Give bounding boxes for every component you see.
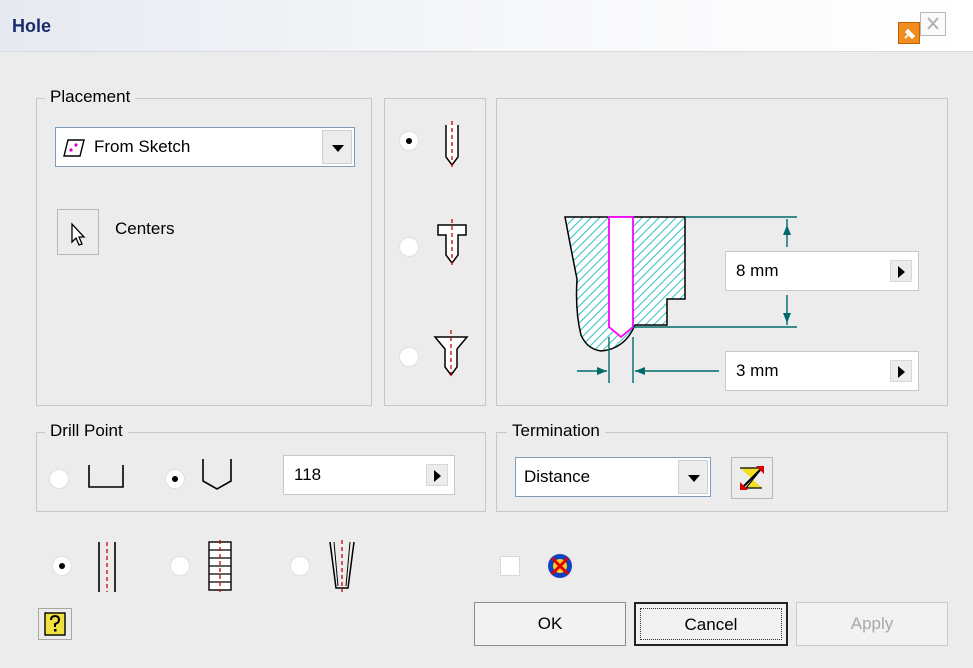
hole-type-group bbox=[384, 98, 486, 406]
dialog-title: Hole bbox=[12, 16, 52, 36]
sketch-icon bbox=[62, 137, 86, 164]
close-icon bbox=[927, 17, 939, 30]
chevron-right-icon[interactable] bbox=[890, 260, 912, 282]
flat-point-radio[interactable] bbox=[49, 469, 69, 489]
depth-value: 8 mm bbox=[736, 261, 779, 280]
drill-point-group: Drill Point 118 bbox=[36, 421, 486, 512]
termination-select-value: Distance bbox=[524, 467, 591, 486]
centers-button[interactable] bbox=[57, 209, 99, 255]
chevron-down-icon[interactable] bbox=[322, 130, 352, 164]
flip-direction-icon bbox=[740, 466, 764, 490]
title-bar: Hole bbox=[0, 0, 973, 52]
drill-angle-field[interactable]: 118 bbox=[283, 455, 455, 495]
drilled-radio[interactable] bbox=[52, 556, 72, 576]
help-button[interactable] bbox=[38, 608, 72, 640]
placement-select[interactable]: From Sketch bbox=[55, 127, 355, 167]
termination-select[interactable]: Distance bbox=[515, 457, 711, 497]
termination-group: Termination Distance bbox=[496, 421, 948, 512]
preview-group: 8 mm 3 mm bbox=[496, 98, 948, 406]
counterbore-radio[interactable] bbox=[399, 237, 419, 257]
flat-point-icon bbox=[85, 455, 129, 500]
termination-legend: Termination bbox=[507, 421, 605, 441]
drilled-hole-icon bbox=[92, 540, 122, 599]
countersink-icon bbox=[431, 327, 471, 384]
pointer-icon bbox=[71, 222, 86, 246]
chevron-right-icon[interactable] bbox=[426, 464, 448, 486]
drill-angle-value: 118 bbox=[294, 465, 322, 484]
tapped-hole-icon bbox=[204, 538, 236, 599]
placement-legend: Placement bbox=[45, 87, 136, 107]
help-icon bbox=[44, 612, 66, 636]
cancel-button[interactable]: Cancel bbox=[634, 602, 788, 646]
ok-label: OK bbox=[537, 614, 563, 633]
close-button[interactable] bbox=[920, 12, 946, 36]
imate-icon bbox=[544, 550, 576, 587]
infer-imate-checkbox[interactable] bbox=[500, 556, 520, 576]
drill-point-legend: Drill Point bbox=[45, 421, 128, 441]
ok-button[interactable]: OK bbox=[474, 602, 626, 646]
depth-field[interactable]: 8 mm bbox=[725, 251, 919, 291]
diameter-field[interactable]: 3 mm bbox=[725, 351, 919, 391]
flip-direction-button[interactable] bbox=[731, 457, 773, 499]
counterbore-icon bbox=[433, 217, 471, 272]
focus-rect bbox=[640, 608, 782, 640]
simple-hole-icon bbox=[437, 119, 467, 174]
chevron-down-icon[interactable] bbox=[678, 460, 708, 494]
tapped-radio[interactable] bbox=[170, 556, 190, 576]
placement-select-value: From Sketch bbox=[94, 137, 191, 156]
taper-tapped-icon bbox=[326, 538, 358, 599]
centers-label: Centers bbox=[115, 219, 175, 238]
diameter-value: 3 mm bbox=[736, 361, 779, 380]
countersink-radio[interactable] bbox=[399, 347, 419, 367]
chevron-right-icon[interactable] bbox=[890, 360, 912, 382]
apply-label: Apply bbox=[850, 614, 894, 633]
pin-icon[interactable] bbox=[898, 22, 920, 44]
apply-button[interactable]: Apply bbox=[796, 602, 948, 646]
taper-tapped-radio[interactable] bbox=[290, 556, 310, 576]
hole-dialog: Hole Placement From Sketch Centers 8 mm … bbox=[0, 0, 973, 668]
simple-hole-radio[interactable] bbox=[399, 131, 419, 151]
angled-point-radio[interactable] bbox=[165, 469, 185, 489]
placement-group: Placement From Sketch Centers bbox=[36, 87, 372, 406]
angled-point-icon bbox=[197, 453, 241, 500]
